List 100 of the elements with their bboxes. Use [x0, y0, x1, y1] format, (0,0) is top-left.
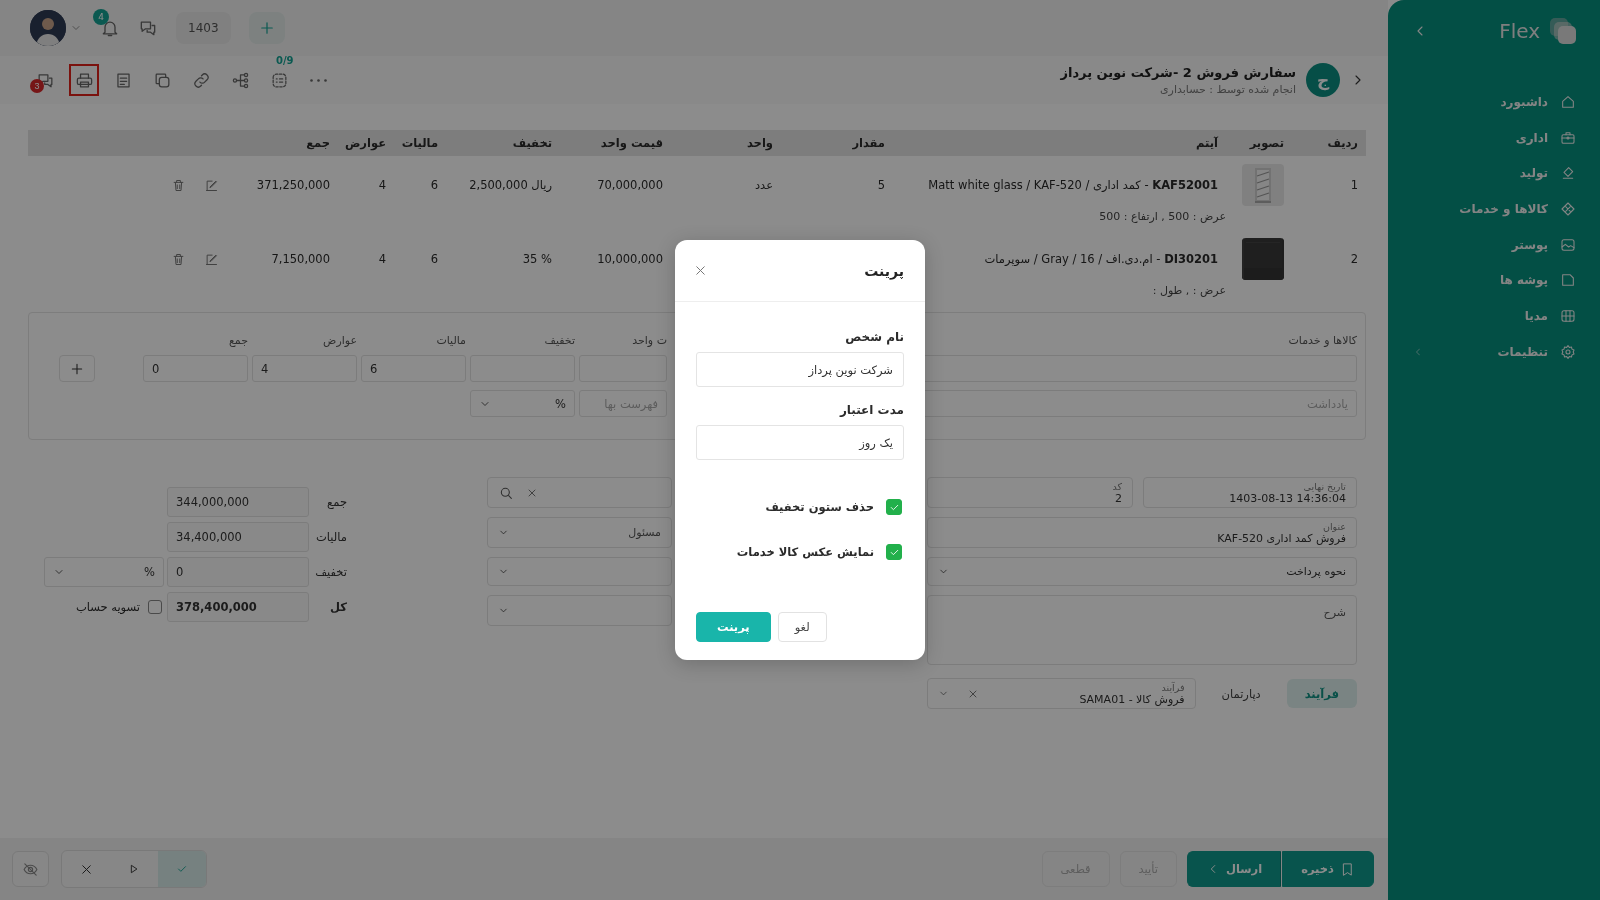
field-label: مدت اعتبار [838, 403, 904, 417]
sidebar-item[interactable]: کالاها و خدمات [1388, 191, 1600, 227]
sidebar-item[interactable]: تولید [1388, 155, 1600, 192]
column-header: عوارض [343, 136, 387, 150]
hide-button[interactable] [12, 851, 49, 887]
checkbox[interactable] [148, 600, 162, 614]
eye-off-icon [22, 860, 39, 878]
input-field[interactable]: شرکت نوین پرداز [696, 352, 904, 387]
trash-icon[interactable] [171, 177, 186, 193]
column-header: جمع [305, 136, 331, 150]
table-cell-text: 10,000,000 [596, 252, 664, 266]
dropdown-field[interactable] [487, 595, 672, 626]
eraser-icon [1560, 165, 1576, 182]
more-icon [309, 78, 327, 82]
tab[interactable]: فرآیند [1286, 679, 1357, 708]
table-cell-text: ریال 2,500,000 [468, 178, 553, 192]
responsible-select[interactable]: مسئول [487, 517, 672, 548]
diamond-icon [1560, 200, 1576, 217]
year-selector[interactable]: 1403 [176, 12, 231, 44]
table-cell-text: 70,000,000 [596, 178, 664, 192]
field-label: ت واحد [631, 334, 667, 347]
notification-badge: 4 [93, 9, 109, 25]
add-item-button[interactable] [59, 355, 95, 382]
column-header: قیمت واحد [599, 136, 664, 150]
bookmark-icon [1340, 861, 1355, 877]
table-cell-text: 7,150,000 [270, 252, 331, 266]
discount-type-select[interactable]: % [44, 557, 164, 587]
sidebar-item[interactable]: مدیا [1388, 298, 1600, 334]
file-icon [1560, 272, 1576, 289]
table-cell-text: 4 [377, 252, 387, 266]
column-header: تخفیف [511, 136, 553, 150]
home-icon [1560, 93, 1576, 110]
item-details: عرض : , طول : [1151, 283, 1226, 297]
chat-button[interactable]: 3 [30, 64, 60, 96]
tab[interactable]: دپارتمان [1203, 679, 1279, 708]
input-field[interactable]: یک روز [696, 425, 904, 460]
summary-label: جمع [326, 495, 347, 509]
field-label: نام شخص [844, 330, 904, 344]
task-count: 0/9 [276, 55, 294, 66]
title-field[interactable]: عنوان فروش کمد اداری KAF-520 [927, 517, 1357, 548]
column-header: تصویر [1248, 136, 1285, 150]
summary-label: تخفیف [314, 565, 347, 579]
count-badge: 3 [30, 79, 44, 93]
sidebar-item[interactable]: پوشه ها [1388, 262, 1600, 299]
sidebar-item[interactable]: تنظیمات [1388, 333, 1600, 370]
total-field[interactable]: 0 [143, 355, 248, 382]
avatar: ج [1306, 63, 1340, 97]
field-label: مالیات [435, 334, 466, 347]
checkbox-label: نمایش عکس کالا خدمات [736, 545, 874, 559]
cancel-button[interactable]: لغو [777, 612, 827, 642]
save-button[interactable]: ذخیره [1282, 851, 1374, 887]
column-header: مقدار [851, 136, 886, 150]
checkbox[interactable] [886, 499, 902, 515]
edit-icon[interactable] [204, 251, 219, 267]
summary-label: کل [329, 600, 347, 614]
table-cell-text: 6 [429, 252, 439, 266]
payment-select[interactable]: نحوه پرداخت [927, 557, 1357, 586]
summary-label: مالیات [315, 530, 347, 544]
dialog-title: پرینت [864, 262, 904, 279]
dropdown-field[interactable] [487, 557, 672, 586]
briefcase-icon [1560, 129, 1576, 146]
page-subtitle: انجام شده توسط : حسابداری [1159, 82, 1296, 96]
sidebar-item[interactable]: اداری [1388, 119, 1600, 156]
column-header: واحد [745, 136, 774, 150]
table-cell-text: 6 [429, 178, 439, 192]
send-button[interactable]: ارسال [1187, 851, 1282, 887]
table-cell-text: 371,250,000 [255, 178, 331, 192]
search-field[interactable] [487, 477, 672, 508]
add-button[interactable] [248, 12, 285, 44]
toll-field[interactable]: 4 [252, 355, 357, 382]
sidebar-item[interactable]: پوستر [1388, 226, 1600, 263]
table-cell-text: 4 [377, 178, 387, 192]
logo-text: Flex [1499, 19, 1540, 43]
table-cell-text: 5 [876, 178, 886, 192]
summary-value: 34,400,000 [167, 522, 309, 552]
avatar[interactable] [30, 10, 66, 46]
column-header: آیتم [1195, 136, 1219, 150]
description-field[interactable]: شرح [927, 595, 1357, 665]
field-label: جمع [228, 334, 248, 347]
table-cell-text: عدد [753, 178, 774, 192]
image-icon [1560, 236, 1576, 253]
table-cell-text: 2 [1349, 252, 1359, 266]
check-button[interactable] [158, 851, 206, 887]
page-title: سفارش فروش 2 -شرکت نوین پرداز [1060, 64, 1296, 80]
print-button[interactable] [69, 64, 99, 96]
checkbox[interactable] [886, 544, 902, 560]
flow-icon [230, 70, 250, 90]
trash-icon[interactable] [171, 251, 186, 267]
tax-field[interactable]: 6 [361, 355, 466, 382]
sidebar-item[interactable]: داشبورد [1388, 84, 1600, 120]
process-field[interactable]: فرآیند SAMA01 - فروش کالا [927, 678, 1196, 709]
edit-icon[interactable] [204, 177, 219, 193]
print-button[interactable]: پرینت [696, 612, 771, 642]
checkbox-label: تسویه حساب [75, 600, 140, 614]
column-header: ردیف [1326, 136, 1359, 150]
discount-type-select[interactable]: % [470, 390, 575, 417]
close-icon[interactable] [693, 263, 708, 278]
summary-value: 0 [167, 557, 309, 587]
item-details: عرض : 500 , ارتفاع : 500 [1098, 209, 1226, 223]
grid-icon [1560, 307, 1576, 324]
